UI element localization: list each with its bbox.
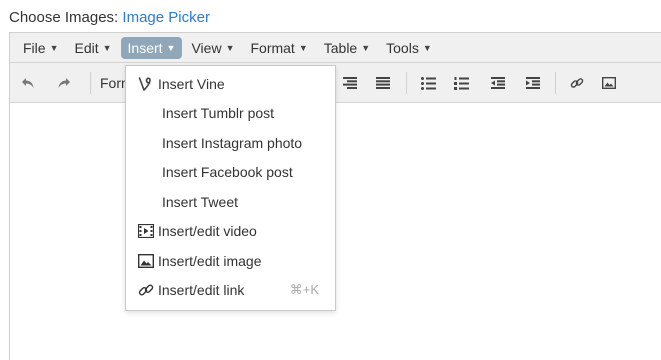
insert-video-item[interactable]: Insert/edit video [126, 217, 335, 247]
link-icon[interactable] [567, 73, 587, 93]
insert-tweet-item[interactable]: Insert Tweet [126, 187, 335, 217]
outdent-icon[interactable] [488, 73, 508, 93]
menu-view-label: View [191, 39, 222, 56]
image-icon [138, 253, 154, 269]
menu-item-label: Insert Instagram photo [162, 134, 303, 151]
insert-menu-dropdown: Insert Vine Insert Tumblr post Insert In… [125, 65, 336, 311]
insert-tumblr-item[interactable]: Insert Tumblr post [126, 99, 335, 129]
undo-icon[interactable] [18, 73, 38, 93]
menu-format[interactable]: Format ▼ [243, 37, 314, 59]
menu-item-label: Insert Tweet [162, 193, 239, 210]
bullet-list-icon[interactable] [418, 73, 438, 93]
numbered-list-icon[interactable] [451, 73, 471, 93]
image-picker-link[interactable]: Image Picker [122, 9, 210, 26]
align-right-icon[interactable] [340, 73, 360, 93]
caret-down-icon: ▼ [49, 42, 59, 53]
insert-vine-item[interactable]: Insert Vine [126, 69, 335, 99]
insert-facebook-item[interactable]: Insert Facebook post [126, 158, 335, 188]
indent-icon[interactable] [523, 73, 543, 93]
menu-item-label: Insert Vine [158, 75, 225, 92]
caret-down-icon: ▼ [422, 42, 432, 53]
menu-tools-label: Tools [386, 39, 419, 56]
keyboard-shortcut: ⌘+K [289, 282, 319, 298]
toolbar-divider [555, 72, 556, 94]
caret-down-icon: ▼ [225, 42, 235, 53]
page-label-text: Choose Images: [9, 9, 119, 26]
page-label: Choose Images: Image Picker [9, 9, 210, 26]
menu-item-label: Insert Facebook post [162, 164, 293, 181]
align-justify-icon[interactable] [373, 73, 393, 93]
menu-table[interactable]: Table ▼ [317, 37, 377, 59]
toolbar-divider [406, 72, 407, 94]
caret-down-icon: ▼ [166, 42, 176, 53]
menu-format-label: Format [250, 39, 295, 56]
menu-item-label: Insert/edit link [158, 282, 245, 299]
menu-insert[interactable]: Insert ▼ [120, 36, 183, 59]
menu-item-label: Insert Tumblr post [162, 105, 275, 122]
caret-down-icon: ▼ [361, 42, 371, 53]
menu-file-label: File [23, 39, 46, 56]
menu-insert-label: Insert [127, 39, 163, 56]
menu-edit[interactable]: Edit ▼ [67, 37, 118, 59]
menu-file[interactable]: File ▼ [16, 37, 65, 59]
redo-icon[interactable] [54, 73, 74, 93]
menu-item-label: Insert/edit image [158, 252, 262, 269]
caret-down-icon: ▼ [298, 42, 308, 53]
menubar: File ▼ Edit ▼ Insert ▼ View ▼ Format ▼ Table ▼… [10, 33, 661, 63]
toolbar-divider [90, 72, 91, 94]
insert-instagram-item[interactable]: Insert Instagram photo [126, 128, 335, 158]
menu-tools[interactable]: Tools ▼ [379, 37, 439, 59]
insert-image-item[interactable]: Insert/edit image [126, 246, 335, 276]
link-icon [138, 282, 154, 298]
video-icon [138, 223, 154, 239]
menu-table-label: Table [323, 39, 358, 56]
menu-edit-label: Edit [74, 39, 99, 56]
caret-down-icon: ▼ [102, 42, 112, 53]
image-icon[interactable] [599, 73, 619, 93]
menu-item-label: Insert/edit video [158, 223, 257, 240]
insert-link-item[interactable]: Insert/edit link ⌘+K [126, 276, 335, 306]
vine-icon [138, 76, 154, 92]
menu-view[interactable]: View ▼ [184, 37, 241, 59]
